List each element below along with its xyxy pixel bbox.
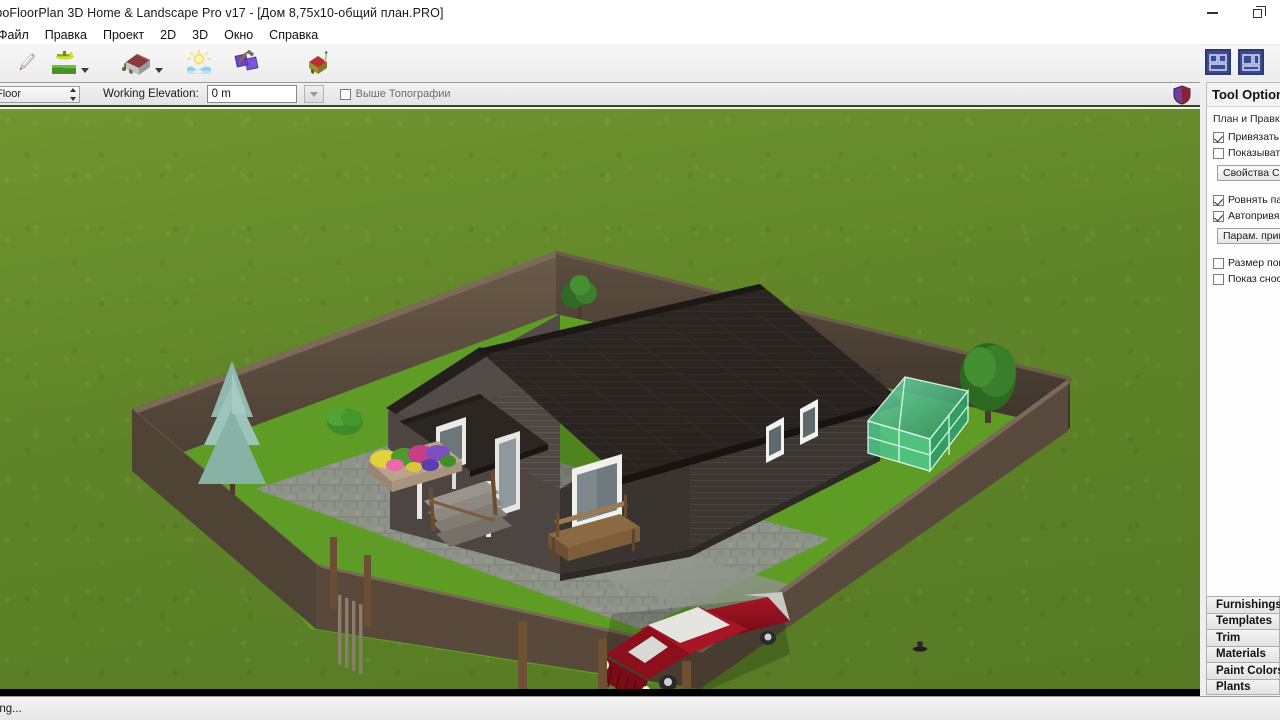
tab-materials[interactable]: Materials <box>1206 645 1280 662</box>
panel-tabs: Furnishings Templates Trim Materials Paint C… <box>1206 596 1280 695</box>
house-dropdown-caret[interactable] <box>155 68 163 73</box>
status-bar: ring... <box>0 696 1280 720</box>
minimize-button[interactable] <box>1190 0 1235 26</box>
spinner-down-icon <box>69 96 76 101</box>
spinner-up-icon <box>69 87 76 92</box>
elevation-toolbar: Floor Working Elevation: 0 m Выше Топогр… <box>0 83 1280 107</box>
grid-properties-button[interactable]: Свойства Се <box>1217 165 1280 181</box>
house-build-button[interactable] <box>116 45 168 81</box>
tab-furnishings[interactable]: Furnishings <box>1206 596 1280 613</box>
tab-plants[interactable]: Plants <box>1206 678 1280 695</box>
panel-section-label: План и Правка <box>1213 113 1280 125</box>
align-slot-label: Ровнять паз <box>1228 194 1280 206</box>
tab-templates[interactable]: Templates <box>1206 612 1280 629</box>
auto-snap-label: Автопривязк <box>1228 210 1280 222</box>
show-reference-row[interactable]: Показ сносс <box>1207 271 1280 287</box>
restore-icon <box>1253 5 1266 18</box>
auto-snap-checkbox[interactable] <box>1213 210 1224 222</box>
sun-water-button[interactable] <box>180 45 218 81</box>
menu-project[interactable]: Проект <box>95 26 152 44</box>
3d-viewport[interactable] <box>0 109 1202 689</box>
size-display-checkbox[interactable] <box>1213 257 1224 269</box>
snap-to-grid-row[interactable]: Привязать к <box>1207 129 1280 145</box>
main-toolbar <box>0 44 1280 83</box>
house-design-button[interactable] <box>300 45 338 81</box>
menu-edit[interactable]: Правка <box>37 26 95 44</box>
tool-options-panel: Tool Option План и Правка Привязать к По… <box>1200 44 1280 720</box>
viewport-bottom-edge <box>0 689 1202 696</box>
shield-button[interactable] <box>1172 85 1194 105</box>
minimize-icon <box>1207 12 1218 14</box>
materials-hammer-icon <box>234 49 259 71</box>
pencil-tool-button[interactable] <box>8 45 44 81</box>
show-grid-checkbox[interactable] <box>1213 147 1224 159</box>
size-display-label: Размер пока <box>1228 257 1280 269</box>
floor-spinner[interactable] <box>68 87 77 101</box>
menu-2d[interactable]: 2D <box>152 26 184 44</box>
panel-title: Tool Option <box>1207 83 1280 107</box>
restore-button[interactable] <box>1235 0 1280 26</box>
menu-bar: Файл Правка Проект 2D 3D Окно Справка <box>0 26 1280 44</box>
snap-to-grid-label: Привязать к <box>1228 131 1280 143</box>
blueprint-icon-b <box>1238 49 1264 75</box>
menu-3d[interactable]: 3D <box>184 26 216 44</box>
application-window: rboFloorPlan 3D Home & Landscape Pro v17… <box>0 0 1280 720</box>
blueprint-view-icon-1[interactable] <box>1204 48 1234 78</box>
panel-icon-bar <box>1200 46 1280 80</box>
title-bar: rboFloorPlan 3D Home & Landscape Pro v17… <box>0 0 1280 26</box>
align-slot-checkbox[interactable] <box>1213 194 1224 206</box>
working-elevation-value: 0 m <box>211 88 231 100</box>
auto-snap-row[interactable]: Автопривязк <box>1207 208 1280 224</box>
menu-help[interactable]: Справка <box>261 26 326 44</box>
align-slot-row[interactable]: Ровнять паз <box>1207 192 1280 208</box>
status-text: ring... <box>0 702 22 715</box>
blueprint-view-icon-2[interactable] <box>1237 48 1267 78</box>
show-reference-label: Показ сносс <box>1228 273 1280 285</box>
floor-selector[interactable]: Floor <box>0 85 80 103</box>
above-topography-label: Выше Топографии <box>355 88 451 100</box>
tool-options-body: Tool Option План и Правка Привязать к По… <box>1206 82 1280 610</box>
terrain-landscape-icon <box>52 51 76 74</box>
menu-file[interactable]: Файл <box>0 26 37 44</box>
snap-to-grid-checkbox[interactable] <box>1213 131 1224 143</box>
above-topography-option[interactable]: Выше Топографии <box>339 88 451 100</box>
sun-water-icon <box>187 49 211 74</box>
above-topography-checkbox[interactable] <box>339 88 351 100</box>
show-grid-label: Показывать <box>1228 147 1280 159</box>
size-display-row[interactable]: Размер пока <box>1207 255 1280 271</box>
show-grid-row[interactable]: Показывать <box>1207 145 1280 161</box>
chevron-down-icon <box>309 91 318 97</box>
house-design-icon <box>309 51 328 75</box>
working-elevation-label: Working Elevation: <box>103 88 199 100</box>
floor-selector-value: Floor <box>0 88 22 100</box>
house-build-icon <box>122 54 150 75</box>
tab-paint-colors[interactable]: Paint Colors <box>1206 662 1280 679</box>
window-controls <box>1190 0 1280 26</box>
materials-hammer-button[interactable] <box>228 45 266 81</box>
window-title: rboFloorPlan 3D Home & Landscape Pro v17… <box>0 6 444 20</box>
terrain-landscape-button[interactable] <box>44 45 94 81</box>
terrain-dropdown-caret[interactable] <box>81 68 89 73</box>
snap-params-button[interactable]: Парам. привя <box>1217 228 1280 244</box>
working-elevation-input[interactable]: 0 m <box>206 85 297 103</box>
blueprint-icon-a <box>1205 49 1231 75</box>
pencil-tool-icon <box>19 53 36 71</box>
shield-icon <box>1173 85 1191 105</box>
menu-window[interactable]: Окно <box>216 26 261 44</box>
show-reference-checkbox[interactable] <box>1213 273 1224 285</box>
tab-trim[interactable]: Trim <box>1206 629 1280 646</box>
lawn-object <box>913 641 927 652</box>
scene-render <box>132 251 1072 689</box>
elevation-dropdown-button[interactable] <box>303 85 324 103</box>
